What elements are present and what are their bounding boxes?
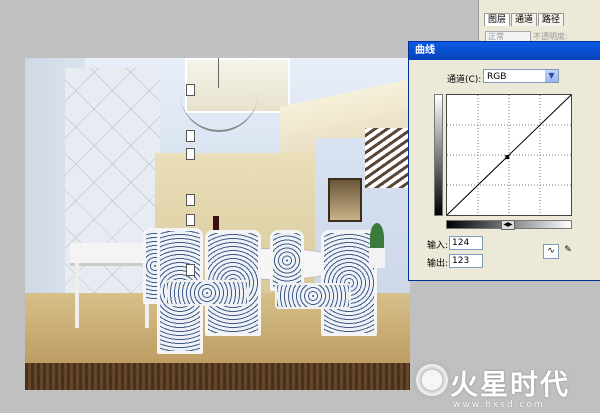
tab-layers[interactable]: 图层: [484, 13, 511, 26]
watermark-logo-icon: [412, 360, 452, 400]
pencil-icon[interactable]: ✎: [561, 244, 575, 257]
photo-floor-border: [25, 363, 410, 390]
output-gradient-bar: [434, 94, 443, 216]
tab-channels[interactable]: 通道: [511, 13, 538, 26]
channel-label: 通道(C):: [447, 75, 482, 85]
curves-dialog: 曲线 通道(C): RGB ▼ ◀▶ 输入: 124 输出: 123 ∿ ✎: [408, 41, 600, 281]
image-canvas[interactable]: [25, 58, 410, 390]
input-gradient-bar: ◀▶: [446, 220, 572, 230]
layers-palette: 图层 通道 路径 正常 不透明度:: [478, 0, 600, 45]
output-field[interactable]: 123: [449, 254, 483, 268]
curve-graph-svg: [447, 95, 571, 215]
curve-graph[interactable]: [446, 94, 572, 216]
photo-painting: [328, 178, 362, 222]
palette-tabs: 图层 通道 路径: [484, 13, 565, 26]
photo-plant-pot: [369, 248, 385, 268]
photo-console-leg: [75, 263, 79, 328]
checkbox[interactable]: [186, 264, 195, 276]
photo-chair-seat: [165, 280, 249, 306]
channel-select[interactable]: RGB ▼: [483, 69, 559, 83]
output-label: 输出:: [427, 259, 449, 269]
watermark-brand: 火星时代: [450, 368, 571, 401]
checkbox[interactable]: [186, 130, 195, 142]
photo-chair: [270, 230, 304, 291]
input-field[interactable]: 124: [449, 236, 483, 250]
checkbox[interactable]: [186, 194, 195, 206]
chevron-down-icon[interactable]: ▼: [545, 70, 558, 82]
watermark-url: www.hxsd.com: [453, 400, 545, 410]
checkbox[interactable]: [186, 214, 195, 226]
slider-toggle-icon[interactable]: ◀▶: [501, 220, 515, 230]
channel-value: RGB: [487, 72, 507, 82]
input-label: 输入:: [427, 241, 449, 251]
curve-control-point[interactable]: [505, 155, 510, 160]
checkbox[interactable]: [186, 148, 195, 160]
curve-tool-icon[interactable]: ∿: [543, 244, 559, 259]
photo-chair-seat: [275, 283, 351, 309]
photo-staircase: [365, 128, 410, 188]
tab-paths[interactable]: 路径: [538, 13, 565, 26]
dialog-title[interactable]: 曲线: [409, 42, 600, 60]
checkbox[interactable]: [186, 84, 195, 96]
